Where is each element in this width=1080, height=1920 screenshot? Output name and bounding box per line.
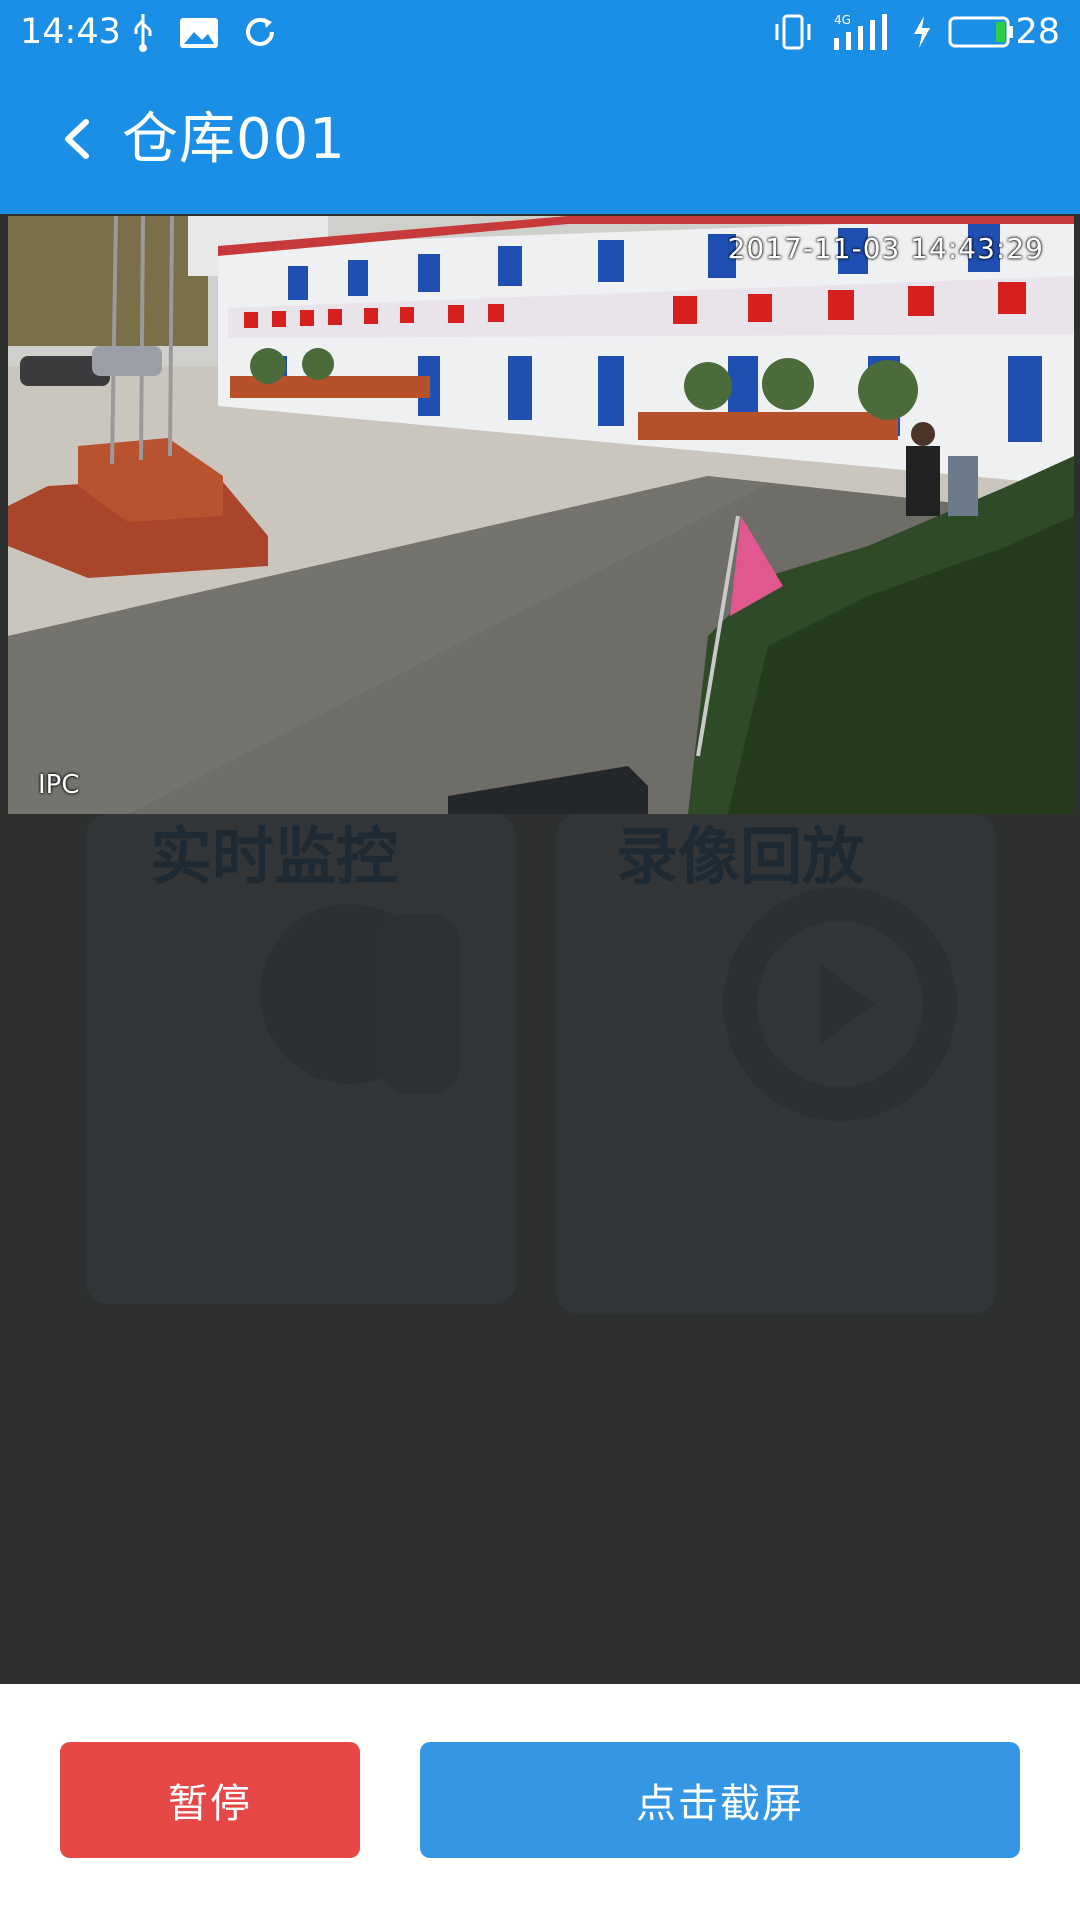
vibrate-icon (775, 14, 811, 50)
charging-icon (914, 16, 930, 48)
status-bar: 14:43 4G 28 (0, 0, 1080, 64)
video-feed[interactable]: 2017-11-03 14:43:29 IPC (8, 216, 1074, 814)
network-type: 4G (834, 13, 851, 27)
sync-icon (246, 17, 274, 46)
status-time: 14:43 (20, 12, 121, 52)
app-bar: 仓库001 (0, 64, 1080, 214)
usb-icon (134, 14, 152, 52)
chevron-left-icon[interactable] (46, 104, 116, 174)
pause-button[interactable]: 暂停 (60, 1742, 360, 1858)
battery-icon (948, 16, 1013, 48)
bottom-action-bar: 暂停 点击截屏 (0, 1684, 1080, 1920)
image-icon (180, 18, 218, 48)
camera-label: IPC (38, 770, 80, 800)
signal-icon: 4G (834, 13, 887, 50)
screenshot-button[interactable]: 点击截屏 (420, 1742, 1020, 1858)
camera-icon (260, 904, 460, 1094)
page-title: 仓库001 (122, 107, 346, 172)
camera-timestamp: 2017-11-03 14:43:29 (727, 232, 1044, 265)
camera-scene (8, 216, 1074, 814)
battery-percent: 28 (1015, 12, 1060, 52)
play-icon (723, 887, 957, 1121)
